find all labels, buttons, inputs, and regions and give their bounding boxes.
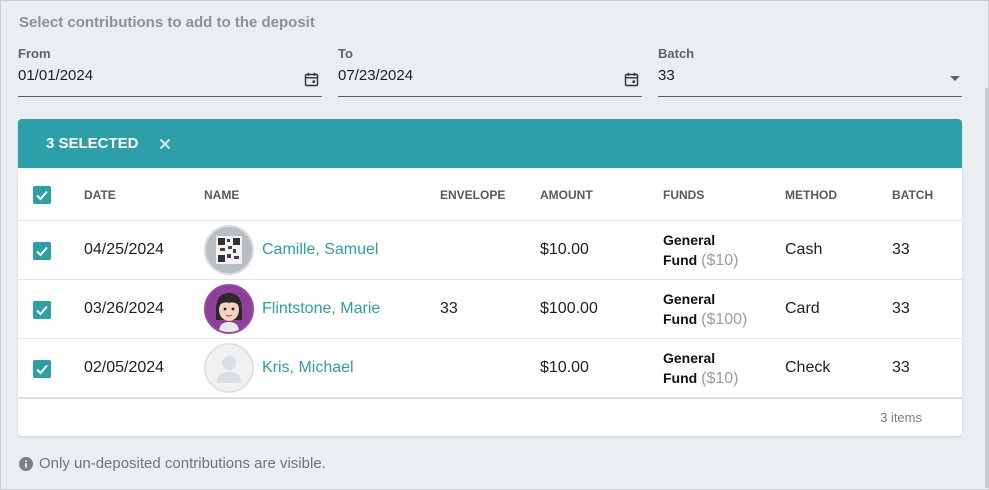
row-batch: 33 [892,241,910,258]
row-method: Card [785,300,820,317]
select-all-checkbox[interactable] [33,186,51,204]
row-amount: $100.00 [540,300,598,317]
to-underline [338,96,642,97]
row-funds: General Fund ($100) [663,289,747,330]
column-date[interactable]: DATE [84,188,116,202]
row-method: Check [785,359,831,376]
fund-amount: ($10) [701,252,739,269]
scrollbar[interactable] [985,88,989,488]
contributions-card: 3 SELECTED DATE NAME ENVELOPE AMOUNT FUN… [18,119,962,436]
fund-amount: ($10) [701,370,739,387]
check-icon [36,190,48,201]
from-date-field[interactable]: From 01/01/2024 [18,46,322,97]
table-header: DATE NAME ENVELOPE AMOUNT FUNDS METHOD B… [18,168,962,221]
row-batch: 33 [892,300,910,317]
placeholder-person-avatar [204,343,254,393]
donor-name-link[interactable]: Camille, Samuel [262,241,378,259]
column-funds[interactable]: FUNDS [663,188,704,202]
fund-name-line2: Fund [663,311,698,327]
column-envelope[interactable]: ENVELOPE [440,188,505,202]
selected-count: 3 SELECTED [46,135,139,152]
row-checkbox[interactable] [33,242,51,260]
fund-name-line2: Fund [663,252,698,268]
chevron-down-icon[interactable] [950,76,960,81]
info-icon [19,456,33,471]
page-heading: Select contributions to add to the depos… [19,14,315,31]
column-amount[interactable]: AMOUNT [540,188,593,202]
row-amount: $10.00 [540,359,589,376]
row-method: Cash [785,241,823,258]
batch-value[interactable]: 33 [658,67,962,84]
fund-name-line1: General [663,291,716,307]
check-icon [36,305,48,316]
calendar-icon[interactable] [624,72,639,87]
row-funds: General Fund ($10) [663,230,738,271]
column-batch[interactable]: BATCH [892,188,933,202]
to-value[interactable]: 07/23/2024 [338,67,642,84]
table-row[interactable]: 02/05/2024 Kris, Michael $10.00 General … [18,339,962,398]
column-name[interactable]: NAME [204,188,239,202]
table-row[interactable]: 04/25/2024 Camille, Samuel $10.00 Genera… [18,221,962,280]
fund-amount: ($100) [701,311,748,328]
donor-name-link[interactable]: Flintstone, Marie [262,300,380,318]
calendar-icon[interactable] [304,72,319,87]
fund-name-line1: General [663,350,716,366]
row-date: 03/26/2024 [84,300,165,317]
from-label: From [18,46,51,61]
cartoon-girl-avatar [204,284,254,334]
table-footer: 3 items [18,398,962,436]
row-amount: $10.00 [540,241,589,258]
fund-name-line1: General [663,232,716,248]
check-icon [36,246,48,257]
close-icon[interactable] [159,138,171,150]
batch-select[interactable]: Batch 33 [658,46,962,97]
check-icon [36,364,48,375]
row-date: 04/25/2024 [84,241,165,258]
column-method[interactable]: METHOD [785,188,837,202]
visibility-note: Only un-deposited contributions are visi… [19,455,326,472]
to-date-field[interactable]: To 07/23/2024 [338,46,642,97]
fund-name-line2: Fund [663,370,698,386]
to-label: To [338,46,353,61]
qr-code-avatar [204,225,254,275]
row-funds: General Fund ($10) [663,348,738,389]
from-underline [18,96,322,97]
selection-bar: 3 SELECTED [18,119,962,168]
batch-underline [658,96,962,97]
batch-label: Batch [658,46,695,61]
row-checkbox[interactable] [33,360,51,378]
row-checkbox[interactable] [33,301,51,319]
row-batch: 33 [892,359,910,376]
from-value[interactable]: 01/01/2024 [18,67,322,84]
note-text: Only un-deposited contributions are visi… [39,455,326,472]
donor-name-link[interactable]: Kris, Michael [262,359,354,377]
item-count: 3 items [880,410,922,425]
table-row[interactable]: 03/26/2024 Flintstone, Marie 33 $100.00 … [18,280,962,339]
row-envelope: 33 [440,300,458,317]
row-date: 02/05/2024 [84,359,165,376]
